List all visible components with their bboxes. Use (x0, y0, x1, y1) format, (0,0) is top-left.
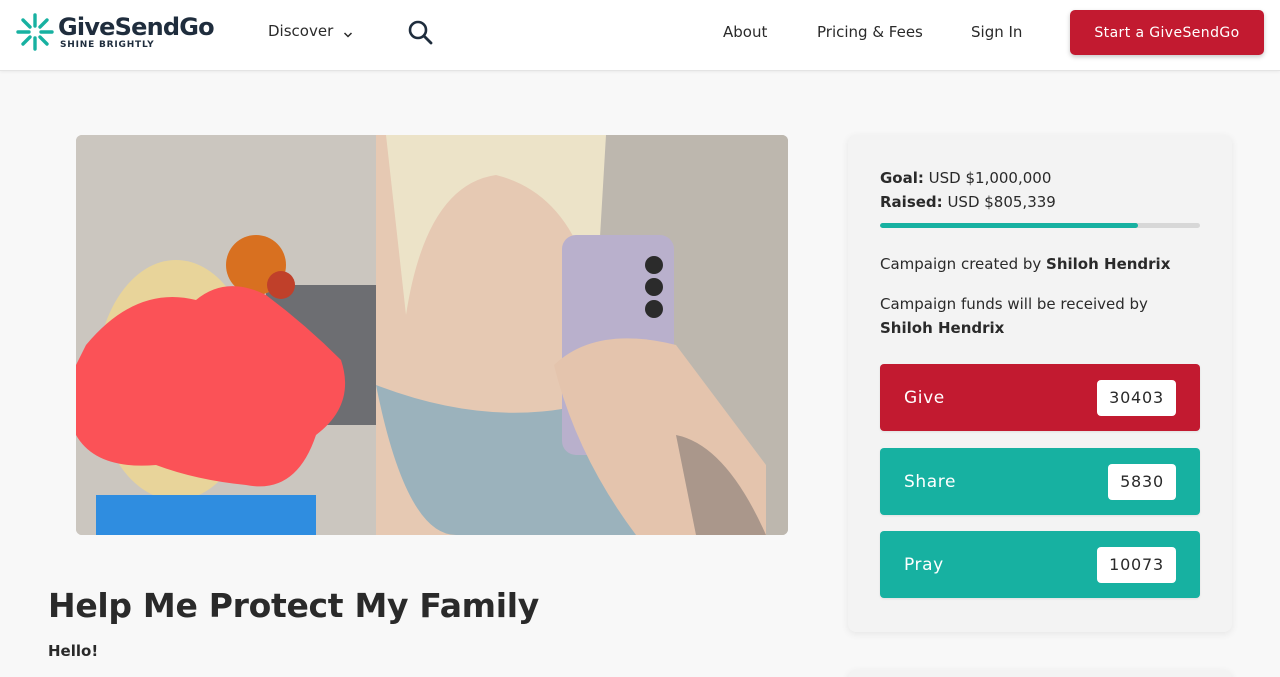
progress-fill (880, 223, 1138, 228)
campaign-intro-text: Hello! (48, 642, 99, 660)
discover-menu[interactable]: Discover (268, 22, 353, 40)
donation-sidebar-card: Goal: USD $1,000,000 Raised: USD $805,33… (848, 135, 1232, 632)
secondary-sidebar-card (848, 670, 1232, 677)
start-campaign-button[interactable]: Start a GiveSendGo (1070, 10, 1264, 55)
campaign-hero-image (76, 135, 788, 535)
created-prefix: Campaign created by (880, 255, 1042, 273)
givesendgo-logo[interactable]: GiveSendGo SHINE BRIGHTLY (15, 12, 215, 52)
fundraising-progress-bar (880, 223, 1200, 228)
campaign-title: Help Me Protect My Family (48, 586, 539, 625)
give-button[interactable]: Give 30403 (880, 364, 1200, 431)
goal-value: USD $1,000,000 (928, 169, 1052, 187)
search-icon[interactable] (406, 18, 434, 46)
give-label: Give (904, 387, 945, 408)
funds-prefix: Campaign funds will be received by (880, 295, 1148, 313)
raised-line: Raised: USD $805,339 (880, 193, 1056, 211)
goal-line: Goal: USD $1,000,000 (880, 169, 1051, 187)
campaign-creator-line: Campaign created by Shiloh Hendrix (880, 252, 1200, 276)
discover-label: Discover (268, 22, 334, 40)
campaign-recipient-line: Campaign funds will be received by Shilo… (880, 292, 1200, 340)
nav-signin-link[interactable]: Sign In (971, 23, 1022, 41)
share-button[interactable]: Share 5830 (880, 448, 1200, 515)
logo-name: GiveSendGo (58, 12, 215, 41)
raised-label: Raised: (880, 193, 943, 211)
sunburst-logo-icon (15, 12, 55, 52)
logo-tagline: SHINE BRIGHTLY (60, 39, 155, 50)
recipient-name: Shiloh Hendrix (880, 319, 1005, 337)
share-label: Share (904, 471, 957, 492)
share-count-badge: 5830 (1108, 463, 1176, 500)
nav-pricing-link[interactable]: Pricing & Fees (817, 23, 923, 41)
pray-button[interactable]: Pray 10073 (880, 531, 1200, 598)
pray-label: Pray (904, 554, 944, 575)
creator-name: Shiloh Hendrix (1046, 255, 1171, 273)
raised-value: USD $805,339 (947, 193, 1056, 211)
goal-label: Goal: (880, 169, 924, 187)
pray-count-badge: 10073 (1097, 546, 1176, 583)
top-navbar: GiveSendGo SHINE BRIGHTLY Discover About… (0, 0, 1280, 71)
give-count-badge: 30403 (1097, 379, 1176, 416)
chevron-down-icon (343, 26, 353, 38)
nav-about-link[interactable]: About (723, 23, 767, 41)
